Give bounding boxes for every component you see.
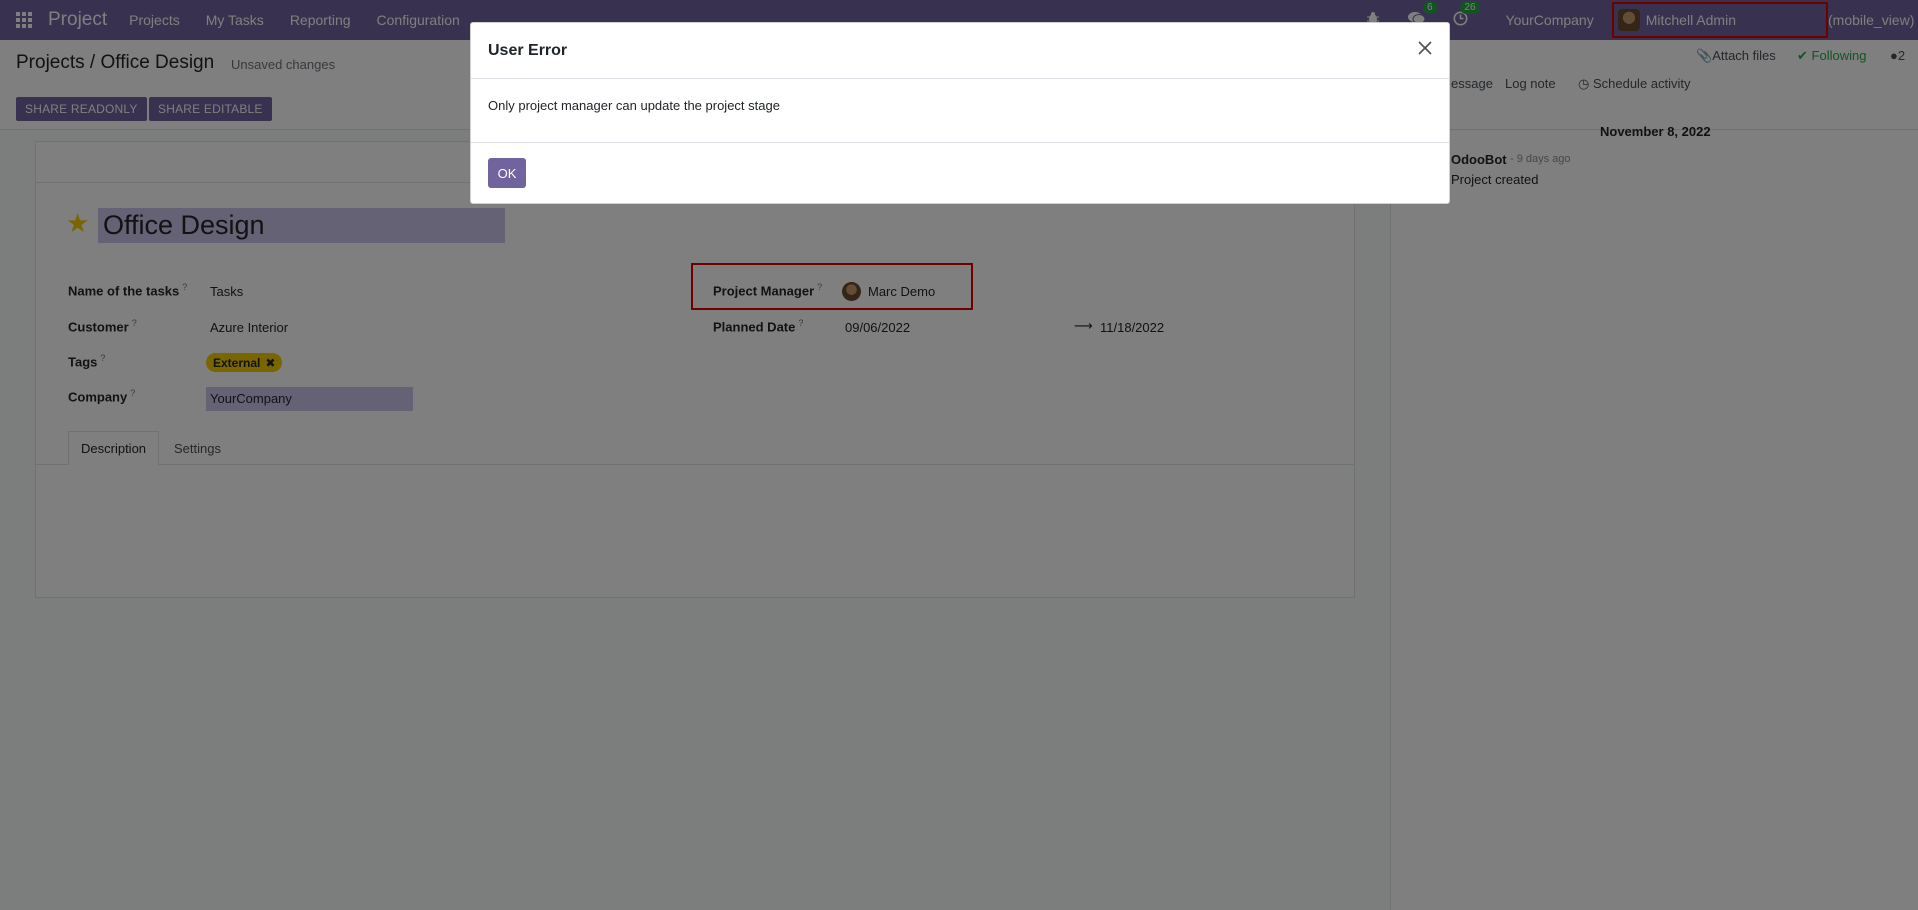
dialog-message: Only project manager can update the proj… — [488, 98, 780, 113]
user-error-dialog: User Error Only project manager can upda… — [470, 22, 1450, 204]
dialog-header: User Error — [471, 23, 1449, 79]
dialog-footer: OK — [471, 143, 1449, 203]
close-icon[interactable] — [1417, 40, 1435, 58]
dialog-title: User Error — [488, 41, 568, 59]
dialog-body: Only project manager can update the proj… — [471, 79, 1449, 143]
ok-button[interactable]: OK — [488, 158, 526, 188]
